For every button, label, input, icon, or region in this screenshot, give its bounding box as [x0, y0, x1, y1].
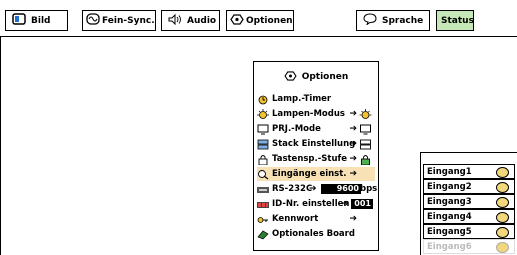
projector-mode-icon: [359, 124, 372, 135]
submenu-item-label: Eingang5: [427, 226, 472, 237]
rs232c-icon: [257, 184, 269, 195]
fein-sync-button[interactable]: Fein-Sync.: [82, 10, 156, 31]
sprache-button[interactable]: Sprache: [356, 10, 430, 31]
optionen-menu: Optionen Lamp.-Timer Lampen-Modus ➔ PRJ.…: [253, 61, 379, 251]
menu-item-rs232c[interactable]: RS-232C ➔ 9600 bps: [257, 182, 378, 196]
arrow-right-icon: ➔: [349, 154, 357, 164]
submenu-item-eingang2[interactable]: Eingang2: [423, 179, 515, 194]
menu-item-label: Kennwort: [272, 214, 319, 224]
password-icon: [257, 214, 269, 225]
status-label: Status: [441, 15, 474, 26]
audio-label: Audio: [187, 15, 217, 26]
toggle-oval-icon[interactable]: [496, 167, 509, 178]
optionen-label: Optionen: [246, 15, 293, 26]
toggle-oval-icon[interactable]: [496, 227, 509, 238]
arrow-right-icon: ➔: [349, 169, 357, 179]
menu-item-kennwort[interactable]: Kennwort ➔: [257, 212, 375, 226]
eingang-submenu: Eingang1 Eingang2 Eingang3 Eingang4 Eing…: [420, 152, 517, 255]
bild-button[interactable]: Bild: [5, 10, 68, 31]
bild-label: Bild: [31, 15, 51, 26]
rs232c-unit: bps: [360, 184, 378, 194]
menu-item-optionales-board[interactable]: Optionales Board: [257, 227, 375, 241]
arrow-right-icon: ➔: [349, 124, 357, 134]
menu-item-id-nr[interactable]: ID-Nr. einstellen ➔ 001: [257, 197, 375, 211]
stack-icon: [257, 139, 269, 150]
menu-item-prj-mode[interactable]: PRJ.-Mode ➔: [257, 122, 375, 136]
fine-sync-icon: [86, 13, 100, 28]
submenu-item-eingang3[interactable]: Eingang3: [423, 194, 515, 209]
toggle-oval-icon[interactable]: [496, 242, 509, 253]
options-icon: [284, 70, 297, 84]
menu-header: Optionen: [254, 62, 378, 92]
audio-button[interactable]: Audio: [161, 10, 220, 31]
toggle-oval-icon[interactable]: [496, 182, 509, 193]
submenu-item-label: Eingang6: [427, 241, 472, 252]
menu-item-eingaenge-einst[interactable]: Eingänge einst. ➔: [257, 167, 375, 181]
optional-board-icon: [257, 229, 269, 240]
menu-item-tastensp-stufe[interactable]: Tastensp.-Stufe ➔: [257, 152, 375, 166]
input-settings-icon: [257, 169, 269, 180]
menu-item-label: PRJ.-Mode: [272, 124, 321, 134]
lamp-mode-icon: [257, 108, 269, 120]
submenu-item-eingang5[interactable]: Eingang5: [423, 224, 515, 239]
arrow-right-icon: ➔: [349, 109, 357, 119]
submenu-item-label: Eingang3: [427, 196, 472, 207]
id-number-icon: [257, 199, 269, 210]
toggle-oval-icon[interactable]: [496, 212, 509, 223]
menu-item-label: RS-232C: [272, 184, 313, 194]
menu-item-label: Lampen-Modus: [272, 109, 345, 119]
menu-item-label: Stack Einstellung: [272, 139, 356, 149]
toggle-oval-icon[interactable]: [496, 197, 509, 208]
menu-item-label: Lamp.-Timer: [272, 94, 332, 104]
speaker-icon: [168, 13, 182, 28]
key-lock-icon: [359, 154, 372, 165]
arrow-right-icon: ➔: [349, 214, 357, 224]
fein-sync-label: Fein-Sync.: [102, 15, 155, 26]
id-number-value: 001: [351, 199, 373, 209]
submenu-item-eingang6[interactable]: Eingang6: [423, 239, 515, 254]
menu-item-label: Tastensp.-Stufe: [272, 154, 347, 164]
key-lock-icon: [257, 154, 269, 165]
submenu-item-label: Eingang4: [427, 211, 472, 222]
stack-icon: [359, 139, 372, 150]
menu-item-label: Optionales Board: [272, 229, 355, 239]
lamp-timer-icon: [257, 94, 269, 105]
submenu-item-label: Eingang1: [427, 166, 472, 177]
arrow-right-icon: ➔: [309, 184, 317, 194]
sprache-label: Sprache: [382, 15, 424, 26]
submenu-item-eingang1[interactable]: Eingang1: [423, 164, 515, 179]
speech-bubble-icon: [363, 13, 377, 28]
menu-item-label: Eingänge einst.: [272, 169, 347, 179]
menu-item-label: ID-Nr. einstellen: [272, 199, 350, 209]
arrow-right-icon: ➔: [349, 139, 357, 149]
picture-icon: [12, 13, 26, 28]
menu-item-stack-einstellung[interactable]: Stack Einstellung ➔: [257, 137, 375, 151]
rs232c-value: 9600: [321, 184, 361, 194]
status-button[interactable]: Status: [436, 10, 474, 31]
menu-title: Optionen: [301, 72, 349, 82]
arrow-right-icon: ➔: [341, 199, 349, 209]
options-icon: [230, 13, 244, 28]
menu-item-lamp-timer[interactable]: Lamp.-Timer: [257, 92, 375, 106]
lamp-mode-icon: [359, 108, 372, 120]
projector-mode-icon: [257, 124, 269, 135]
menu-item-lampen-modus[interactable]: Lampen-Modus ➔: [257, 107, 375, 121]
submenu-item-eingang4[interactable]: Eingang4: [423, 209, 515, 224]
optionen-button[interactable]: Optionen: [226, 10, 294, 31]
submenu-item-label: Eingang2: [427, 181, 472, 192]
